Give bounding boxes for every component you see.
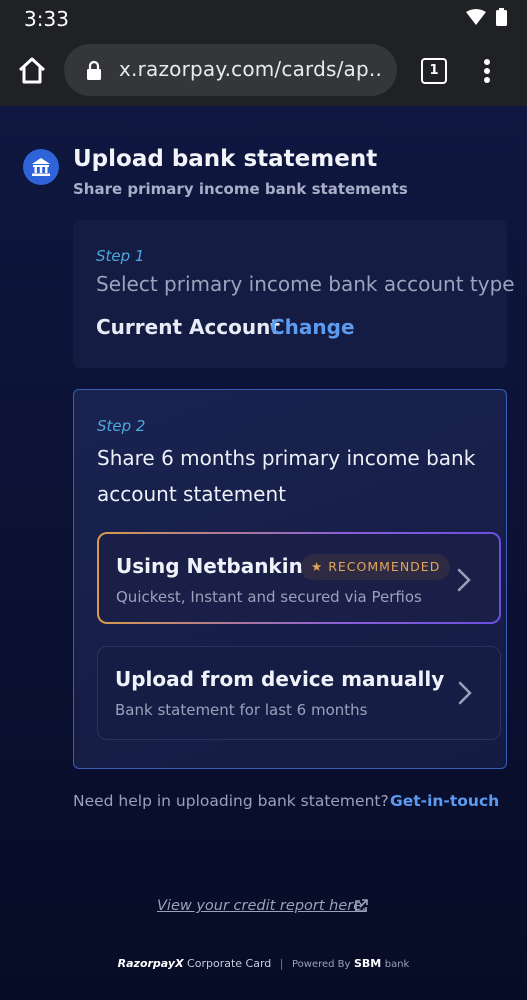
status-bar: 3:33 <box>0 0 527 36</box>
battery-icon <box>496 8 507 26</box>
page-subtitle: Share primary income bank statements <box>73 180 408 198</box>
sbm-suffix: bank <box>384 959 410 970</box>
step1-card: Step 1 Select primary income bank accoun… <box>73 220 515 368</box>
help-text: Need help in uploading bank statement? <box>73 792 389 810</box>
tab-switcher-button[interactable]: 1 <box>421 58 447 84</box>
powered-by-label: Powered By <box>291 959 351 970</box>
footer-divider: | <box>279 957 284 970</box>
status-time: 3:33 <box>24 7 69 31</box>
option-title: Upload from device manually <box>115 667 445 691</box>
url-text: x.razorpay.com/cards/ap.. <box>119 57 383 81</box>
selected-account-type: Current Account <box>96 315 280 339</box>
razorpayx-logo: RazorpayX <box>117 957 184 970</box>
home-icon[interactable] <box>16 55 48 87</box>
chevron-right-icon <box>457 568 471 592</box>
more-options-icon[interactable] <box>477 55 497 87</box>
wifi-icon <box>466 9 486 25</box>
recommended-badge: ★ RECOMMENDED <box>301 554 451 580</box>
option-title: Using Netbanking <box>116 554 318 578</box>
option-subtitle: Bank statement for last 6 months <box>115 701 368 719</box>
get-in-touch-link[interactable]: Get-in-touch <box>390 792 499 810</box>
option-subtitle: Quickest, Instant and secured via Perfio… <box>116 588 422 606</box>
manual-upload-option[interactable]: Upload from device manually Bank stateme… <box>97 646 501 740</box>
step2-title: Share 6 months primary income bank accou… <box>97 446 476 506</box>
step1-label: Step 1 <box>96 247 145 265</box>
change-account-type-link[interactable]: Change <box>270 315 355 339</box>
bank-icon <box>23 149 59 185</box>
step2-card: Step 2 Share 6 months primary income ban… <box>73 389 507 769</box>
page-content: Upload bank statement Share primary inco… <box>0 106 527 1000</box>
browser-toolbar: x.razorpay.com/cards/ap.. 1 <box>0 36 527 106</box>
status-icons <box>466 8 507 26</box>
netbanking-option[interactable]: Using Netbanking ★ RECOMMENDED Quickest,… <box>97 532 501 624</box>
badge-label: RECOMMENDED <box>328 559 441 574</box>
step1-question: Select primary income bank account type <box>96 272 515 296</box>
star-icon: ★ <box>311 559 324 574</box>
credit-report-link[interactable]: View your credit report here. <box>157 898 367 914</box>
address-bar[interactable]: x.razorpay.com/cards/ap.. <box>64 44 397 96</box>
footer: RazorpayX Corporate Card | Powered By SB… <box>0 957 527 970</box>
product-name: Corporate Card <box>187 957 272 970</box>
external-link-icon[interactable] <box>353 898 369 914</box>
page-title: Upload bank statement <box>73 146 378 172</box>
chevron-right-icon <box>458 681 472 705</box>
lock-icon <box>87 60 101 80</box>
step2-label: Step 2 <box>97 417 146 435</box>
sbm-logo: SBM <box>353 957 382 970</box>
